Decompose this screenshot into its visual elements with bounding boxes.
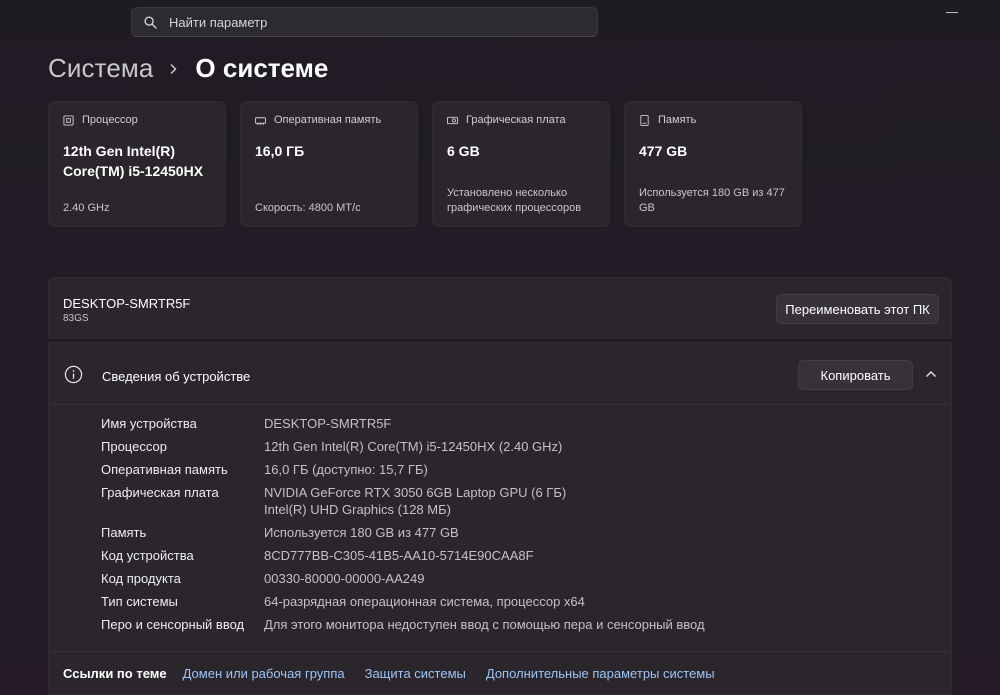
spec-list: Имя устройства DESKTOP-SMRTR5F Процессор…	[101, 415, 941, 639]
card-sub-line: Используется 180 GB из 477	[639, 187, 785, 199]
link-system-protection[interactable]: Защита системы	[365, 666, 466, 681]
device-info-header[interactable]: Сведения об устройстве Копировать	[49, 343, 951, 405]
copy-button[interactable]: Копировать	[798, 360, 913, 390]
spec-value-line: NVIDIA GeForce RTX 3050 6GB Laptop GPU (…	[264, 485, 567, 500]
spec-label: Имя устройства	[101, 416, 197, 431]
spec-label: Тип системы	[101, 594, 178, 609]
device-info-panel: Сведения об устройстве Копировать Имя ус…	[48, 342, 952, 695]
ram-icon	[255, 116, 266, 125]
device-info-title: Сведения об устройстве	[102, 369, 251, 384]
spec-label: Память	[101, 525, 147, 540]
link-advanced-system-settings[interactable]: Дополнительные параметры системы	[486, 666, 715, 681]
spec-row: Перо и сенсорный ввод Для этого монитора…	[101, 616, 941, 633]
rename-pc-button[interactable]: Переименовать этот ПК	[776, 294, 939, 324]
spec-value: Используется 180 GB из 477 GB	[264, 525, 459, 540]
processor-icon	[63, 114, 74, 126]
chevron-right-icon	[169, 63, 177, 75]
spec-row: Код устройства 8CD777BB-C305-41B5-AA10-5…	[101, 547, 941, 564]
card-value: 16,0 ГБ	[255, 143, 305, 159]
breadcrumb-system-link[interactable]: Система	[48, 53, 153, 84]
spec-value: 16,0 ГБ (доступно: 15,7 ГБ)	[264, 462, 428, 477]
spec-value-line: Intel(R) UHD Graphics (128 МБ)	[264, 502, 451, 517]
related-links: Ссылки по теме Домен или рабочая группа …	[49, 651, 951, 695]
device-name-panel: DESKTOP-SMRTR5F 83GS Переименовать этот …	[48, 277, 952, 339]
search-input[interactable]: Найти параметр	[131, 7, 598, 37]
card-label: Оперативная память	[274, 114, 382, 126]
spec-label: Перо и сенсорный ввод	[101, 617, 245, 632]
spec-label: Процессор	[101, 439, 167, 454]
card-value: Core(TM) i5-12450HX	[63, 163, 204, 179]
device-model: 83GS	[63, 313, 89, 324]
spec-value: 8CD777BB-C305-41B5-AA10-5714E90CAA8F	[264, 548, 534, 563]
spec-row: Имя устройства DESKTOP-SMRTR5F	[101, 415, 941, 432]
card-sub: Скорость: 4800 MT/c	[255, 202, 361, 214]
gpu-icon	[447, 116, 458, 124]
spec-value: Для этого монитора недоступен ввод с пом…	[264, 617, 705, 632]
card-sub-line: графических процессоров	[447, 202, 582, 214]
card-value: 477 GB	[639, 143, 688, 159]
spec-value: DESKTOP-SMRTR5F	[264, 416, 392, 431]
card-sub-line: Установлено несколько	[447, 187, 568, 199]
card-storage: Память 477 GB Используется 180 GB из 477…	[624, 101, 802, 227]
spec-row: Графическая плата NVIDIA GeForce RTX 305…	[101, 484, 941, 518]
card-sub: Установлено несколько графических процес…	[447, 186, 581, 216]
minimize-button[interactable]	[946, 12, 958, 13]
card-value: 12th Gen Intel(R)	[63, 143, 176, 159]
spec-value: 64-разрядная операционная система, проце…	[264, 594, 585, 609]
info-icon	[64, 365, 83, 384]
card-label: Графическая плата	[466, 114, 566, 126]
card-sub: Используется 180 GB из 477 GB	[639, 186, 785, 216]
spec-row: Код продукта 00330-80000-00000-AA249	[101, 570, 941, 587]
spec-label: Оперативная память	[101, 462, 228, 477]
spec-label: Код продукта	[101, 571, 181, 586]
link-domain-workgroup[interactable]: Домен или рабочая группа	[183, 666, 345, 681]
card-processor: Процессор 12th Gen Intel(R) Core(TM) i5-…	[48, 101, 226, 227]
spec-value: NVIDIA GeForce RTX 3050 6GB Laptop GPU (…	[264, 484, 566, 518]
spec-row: Тип системы 64-разрядная операционная си…	[101, 593, 941, 610]
spec-row: Процессор 12th Gen Intel(R) Core(TM) i5-…	[101, 438, 941, 455]
card-value: 6 GB	[447, 143, 480, 159]
spec-label: Графическая плата	[101, 485, 219, 500]
page-title: О системе	[195, 53, 329, 83]
spec-label: Код устройства	[101, 548, 194, 563]
related-links-label: Ссылки по теме	[63, 666, 167, 681]
spec-value: 12th Gen Intel(R) Core(TM) i5-12450HX (2…	[264, 439, 563, 454]
card-gpu: Графическая плата 6 GB Установлено неско…	[432, 101, 610, 227]
search-placeholder: Найти параметр	[169, 14, 268, 30]
card-sub: 2.40 GHz	[63, 202, 110, 214]
card-ram: Оперативная память 16,0 ГБ Скорость: 480…	[240, 101, 418, 227]
spec-row: Память Используется 180 GB из 477 GB	[101, 524, 941, 541]
search-icon	[144, 15, 157, 29]
spec-row: Оперативная память 16,0 ГБ (доступно: 15…	[101, 461, 941, 478]
card-label: Процессор	[82, 114, 138, 126]
chevron-up-icon[interactable]	[925, 369, 937, 379]
card-sub-line: GB	[639, 202, 655, 214]
storage-icon	[640, 114, 649, 126]
card-label: Память	[658, 114, 697, 126]
device-name: DESKTOP-SMRTR5F	[63, 296, 191, 311]
breadcrumb: Система О системе	[48, 53, 328, 84]
spec-value: 00330-80000-00000-AA249	[264, 571, 425, 586]
